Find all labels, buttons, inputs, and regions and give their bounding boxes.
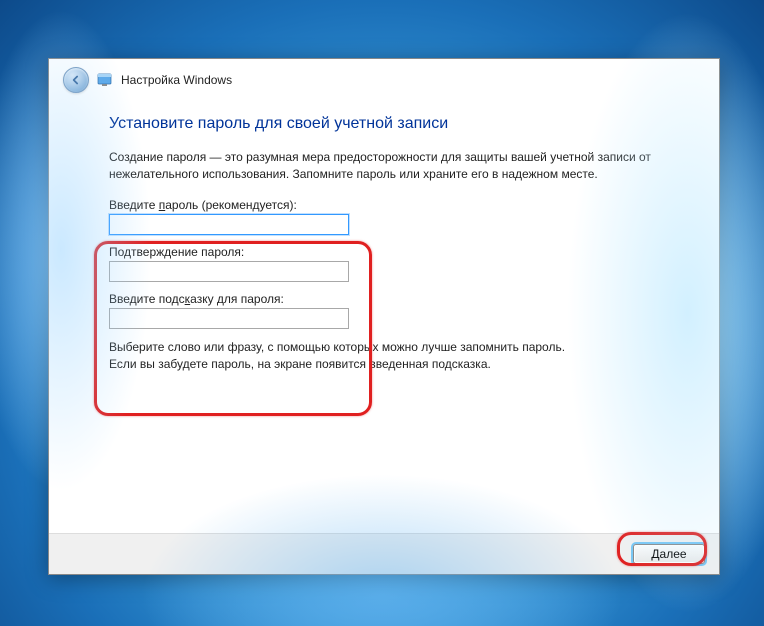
password-field-group: Введите пароль (рекомендуется): [109,198,671,235]
setup-window: Настройка Windows Установите пароль для … [48,58,720,575]
window-footer: Далее [49,533,719,574]
password-label: Введите пароль (рекомендуется): [109,198,671,212]
page-title: Установите пароль для своей учетной запи… [109,115,671,133]
confirm-label: Подтверждение пароля: [109,245,671,259]
content-area: Установите пароль для своей учетной запи… [49,99,719,533]
hint-label: Введите подсказку для пароля: [109,292,671,306]
hint-input[interactable] [109,308,349,329]
hint-field-group: Введите подсказку для пароля: [109,292,671,329]
password-form: Введите пароль (рекомендуется): Подтверж… [109,198,671,329]
next-button[interactable]: Далее [633,544,705,564]
windows-setup-icon [97,72,113,88]
window-title: Настройка Windows [121,73,232,87]
arrow-left-icon [69,73,83,87]
confirm-field-group: Подтверждение пароля: [109,245,671,282]
page-description: Создание пароля — это разумная мера пред… [109,149,671,184]
window-header: Настройка Windows [49,59,719,99]
password-input[interactable] [109,214,349,235]
hint-help-text: Выберите слово или фразу, с помощью кото… [109,339,671,374]
confirm-input[interactable] [109,261,349,282]
back-button[interactable] [63,67,89,93]
